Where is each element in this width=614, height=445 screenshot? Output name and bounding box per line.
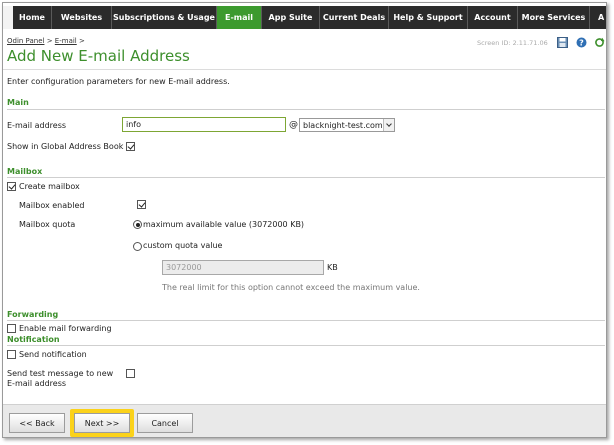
tab-overflow[interactable]: A — [590, 6, 606, 29]
quota-max-radio[interactable] — [133, 220, 142, 229]
section-divider — [7, 320, 605, 321]
page-title: Add New E-mail Address — [7, 47, 190, 65]
send-notification-checkbox[interactable] — [7, 350, 16, 359]
tab-current-deals[interactable]: Current Deals — [320, 6, 389, 29]
send-test-message-checkbox[interactable] — [126, 369, 135, 378]
domain-select[interactable]: blacknight-test.com — [299, 118, 395, 132]
tab-help-support[interactable]: Help & Support — [389, 6, 468, 29]
create-mailbox-label: Create mailbox — [19, 182, 80, 191]
screen-id: Screen ID: 2.11.71.06 — [477, 39, 548, 47]
back-button[interactable]: << Back — [9, 413, 65, 433]
tab-subscriptions-usage[interactable]: Subscriptions & Usage — [112, 6, 217, 29]
tab-account[interactable]: Account — [468, 6, 518, 29]
breadcrumb-separator: > — [78, 37, 85, 45]
breadcrumb: Odin Panel > E-mail > — [7, 37, 85, 45]
header-divider — [3, 69, 606, 70]
help-icon[interactable]: ? — [576, 37, 587, 48]
app-window: Home Websites Subscriptions & Usage E-ma… — [2, 2, 607, 438]
section-main-title: Main — [7, 98, 29, 107]
chevron-down-icon[interactable] — [383, 119, 394, 131]
section-divider — [7, 177, 605, 178]
section-forwarding-title: Forwarding — [7, 310, 59, 319]
quota-max-label: maximum available value (3072000 KB) — [143, 220, 305, 229]
save-icon[interactable] — [557, 37, 568, 48]
cancel-button[interactable]: Cancel — [137, 413, 193, 433]
test-message-label-line1: Send test message to new — [7, 369, 114, 378]
section-divider — [7, 345, 605, 346]
domain-select-value: blacknight-test.com — [303, 120, 383, 130]
next-button[interactable]: Next >> — [74, 413, 130, 433]
quota-unit-label: KB — [327, 263, 338, 272]
breadcrumb-separator: > — [46, 37, 53, 45]
breadcrumb-email[interactable]: E-mail — [55, 37, 77, 45]
svg-text:?: ? — [579, 38, 584, 47]
quota-custom-label: custom quota value — [143, 241, 223, 250]
mailbox-enabled-checkbox[interactable] — [137, 200, 146, 209]
at-sign: @ — [289, 120, 298, 130]
tab-more-services[interactable]: More Services — [518, 6, 590, 29]
quota-custom-radio[interactable] — [133, 242, 142, 251]
top-nav: Home Websites Subscriptions & Usage E-ma… — [3, 6, 606, 29]
send-notification-label: Send notification — [19, 350, 87, 359]
quota-note: The real limit for this option cannot ex… — [162, 283, 420, 292]
email-address-label: E-mail address — [7, 121, 67, 130]
tab-home[interactable]: Home — [13, 6, 52, 29]
enable-forwarding-checkbox[interactable] — [7, 324, 16, 333]
create-mailbox-checkbox[interactable] — [7, 182, 16, 191]
mailbox-quota-label: Mailbox quota — [19, 220, 76, 229]
section-divider — [7, 109, 605, 110]
breadcrumb-odin-panel[interactable]: Odin Panel — [7, 37, 44, 45]
section-notification-title: Notification — [7, 335, 60, 344]
tab-websites[interactable]: Websites — [52, 6, 112, 29]
email-input[interactable] — [122, 117, 286, 132]
section-mailbox-title: Mailbox — [7, 167, 43, 176]
enable-forwarding-label: Enable mail forwarding — [19, 324, 112, 333]
tab-app-suite[interactable]: App Suite — [262, 6, 320, 29]
global-address-book-checkbox[interactable] — [126, 142, 135, 151]
global-address-book-label: Show in Global Address Book — [7, 142, 124, 151]
refresh-icon[interactable] — [594, 37, 605, 48]
tab-email[interactable]: E-mail — [217, 6, 262, 29]
quota-value-input[interactable] — [162, 260, 324, 275]
test-message-label-line2: E-mail address — [7, 379, 67, 388]
mailbox-enabled-label: Mailbox enabled — [19, 201, 85, 210]
intro-text: Enter configuration parameters for new E… — [7, 77, 230, 86]
